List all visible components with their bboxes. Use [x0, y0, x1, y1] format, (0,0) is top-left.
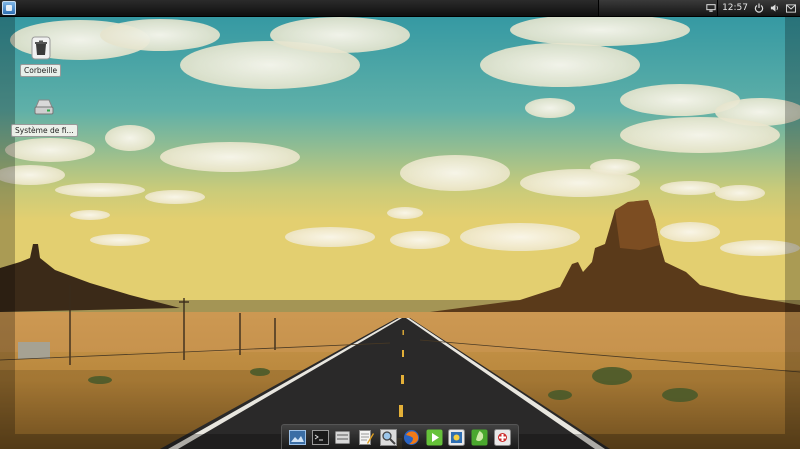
desktop-wallpaper — [0, 0, 800, 449]
volume-icon[interactable] — [770, 3, 780, 13]
firefox-icon[interactable] — [402, 428, 421, 447]
software-center-icon[interactable] — [470, 428, 489, 447]
desktop-icon-label: Système de fi... — [11, 124, 78, 137]
text-editor-icon[interactable] — [356, 428, 375, 447]
clock[interactable]: 12:57 — [722, 3, 748, 13]
settings-icon[interactable] — [493, 428, 512, 447]
system-tray: 12:57 — [598, 0, 800, 16]
desktop-icon-trash[interactable]: Corbeille — [20, 35, 62, 77]
media-player-icon[interactable] — [425, 428, 444, 447]
file-manager-icon[interactable] — [333, 428, 352, 447]
display-icon[interactable] — [706, 3, 716, 13]
app-menu-icon[interactable] — [2, 1, 16, 15]
terminal-icon[interactable] — [311, 428, 330, 447]
trash-icon — [28, 35, 54, 61]
tray-separator — [717, 0, 718, 16]
desktop-icon-label: Corbeille — [20, 64, 62, 77]
power-icon[interactable] — [754, 3, 764, 13]
image-viewer-icon[interactable] — [447, 428, 466, 447]
desktop-icon[interactable] — [288, 428, 307, 447]
top-panel: 12:57 — [0, 0, 800, 17]
desktop-icon-filesystem[interactable]: Système de fi... — [11, 95, 78, 137]
dock — [281, 424, 519, 449]
search-icon[interactable] — [379, 428, 398, 447]
mail-icon[interactable] — [786, 3, 796, 13]
drive-icon — [31, 95, 57, 121]
